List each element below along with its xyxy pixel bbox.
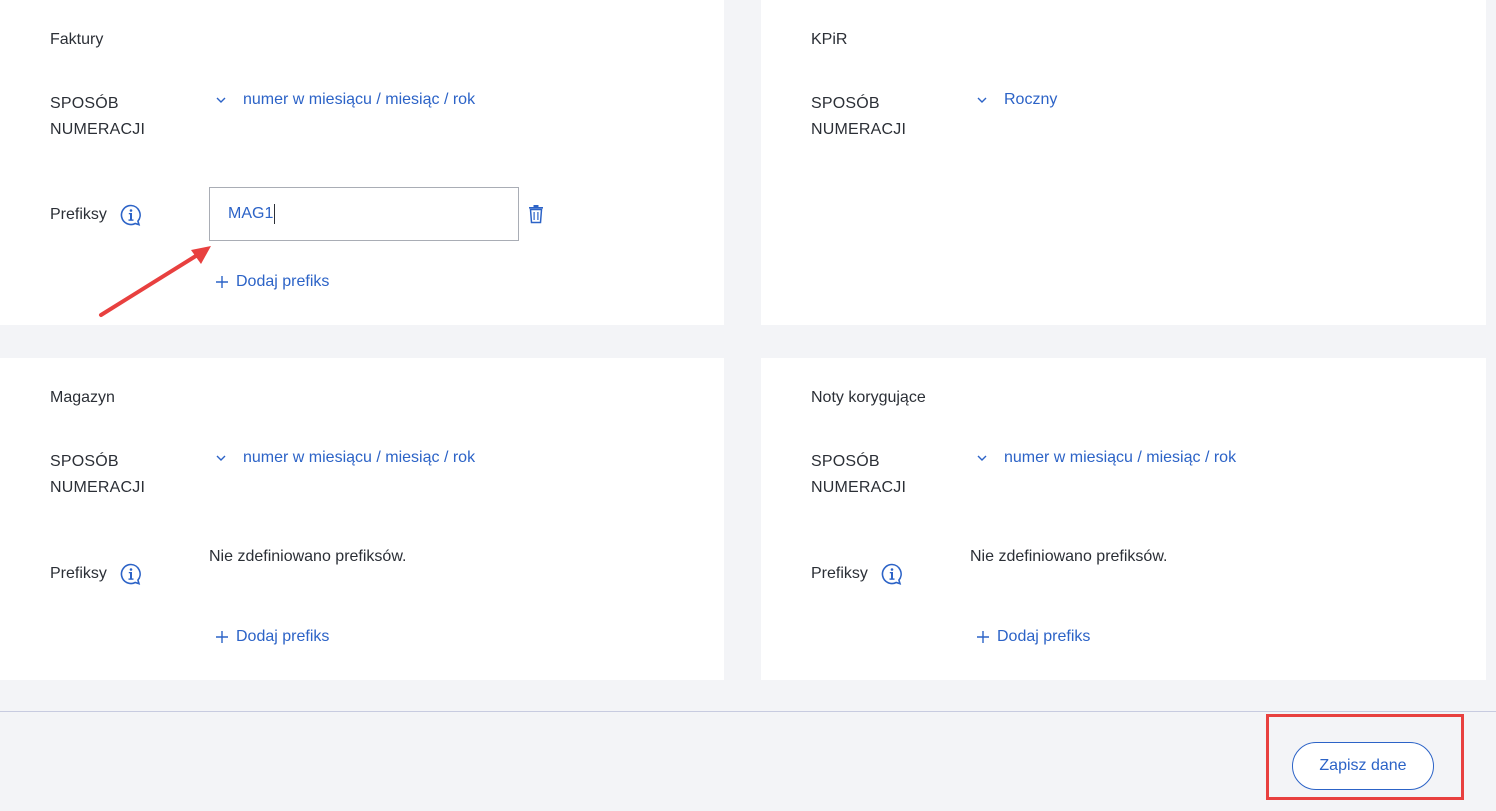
- prefixes-label-row: Prefiksy: [50, 562, 143, 586]
- card-noty-korygujace: Noty korygujące SPOSÓB NUMERACJI numer w…: [761, 358, 1486, 680]
- chevron-down-icon: [216, 455, 226, 461]
- card-faktury: Faktury SPOSÓB NUMERACJI numer w miesiąc…: [0, 0, 724, 325]
- prefixes-label-row: Prefiksy: [50, 203, 143, 227]
- info-icon[interactable]: [119, 203, 143, 227]
- text-caret: [274, 204, 276, 224]
- prefixes-label-row: Prefiksy: [811, 562, 904, 586]
- prefix-input[interactable]: MAG1: [209, 187, 519, 241]
- numbering-method-select[interactable]: numer w miesiącu / miesiąc / rok: [214, 91, 475, 109]
- numbering-method-label: SPOSÓB NUMERACJI: [811, 91, 906, 143]
- add-prefix-button[interactable]: Dodaj prefiks: [977, 628, 1090, 646]
- numbering-method-value: numer w miesiącu / miesiąc / rok: [1004, 449, 1237, 466]
- add-prefix-label: Dodaj prefiks: [236, 273, 330, 290]
- numbering-method-select[interactable]: Roczny: [975, 91, 1057, 109]
- numbering-method-label: SPOSÓB NUMERACJI: [50, 449, 145, 501]
- add-prefix-button[interactable]: Dodaj prefiks: [216, 273, 329, 291]
- add-prefix-label: Dodaj prefiks: [236, 628, 330, 645]
- numbering-label-line-1: SPOSÓB: [811, 453, 880, 470]
- card-title: Noty korygujące: [811, 389, 926, 406]
- plus-icon: [216, 276, 228, 288]
- add-prefix-label: Dodaj prefiks: [997, 628, 1091, 645]
- annotation-highlight-box: [1266, 714, 1464, 800]
- chevron-down-icon: [977, 455, 987, 461]
- numbering-label-line-2: NUMERACJI: [811, 121, 907, 138]
- prefixes-label: Prefiksy: [50, 565, 107, 582]
- card-title: Magazyn: [50, 389, 115, 406]
- plus-icon: [977, 631, 989, 643]
- annotation-arrow: [99, 246, 211, 317]
- card-title: KPiR: [811, 31, 848, 48]
- card-magazyn: Magazyn SPOSÓB NUMERACJI numer w miesiąc…: [0, 358, 724, 680]
- empty-prefixes-text: Nie zdefiniowano prefiksów.: [209, 548, 407, 565]
- empty-prefixes-text: Nie zdefiniowano prefiksów.: [970, 548, 1168, 565]
- card-title: Faktury: [50, 31, 104, 48]
- info-icon[interactable]: [880, 562, 904, 586]
- numbering-method-label: SPOSÓB NUMERACJI: [811, 449, 906, 501]
- plus-icon: [216, 631, 228, 643]
- numbering-method-label: SPOSÓB NUMERACJI: [50, 91, 145, 143]
- prefixes-label: Prefiksy: [811, 565, 868, 582]
- numbering-method-value: numer w miesiącu / miesiąc / rok: [243, 91, 476, 108]
- numbering-method-select[interactable]: numer w miesiącu / miesiąc / rok: [214, 449, 475, 467]
- footer-divider: [0, 711, 1496, 712]
- chevron-down-icon: [977, 97, 987, 103]
- numbering-method-value: numer w miesiącu / miesiąc / rok: [243, 449, 476, 466]
- trash-icon[interactable]: [527, 204, 545, 224]
- numbering-method-value: Roczny: [1004, 91, 1058, 108]
- card-kpir: KPiR SPOSÓB NUMERACJI Roczny: [761, 0, 1486, 325]
- numbering-method-select[interactable]: numer w miesiącu / miesiąc / rok: [975, 449, 1236, 467]
- add-prefix-button[interactable]: Dodaj prefiks: [216, 628, 329, 646]
- prefixes-label: Prefiksy: [50, 206, 107, 223]
- prefix-input-value: MAG1: [228, 205, 274, 222]
- numbering-label-line-1: SPOSÓB: [50, 453, 119, 470]
- numbering-label-line-2: NUMERACJI: [811, 479, 907, 496]
- numbering-label-line-1: SPOSÓB: [811, 95, 880, 112]
- numbering-label-line-2: NUMERACJI: [50, 479, 146, 496]
- numbering-label-line-1: SPOSÓB: [50, 95, 119, 112]
- info-icon[interactable]: [119, 562, 143, 586]
- chevron-down-icon: [216, 97, 226, 103]
- numbering-label-line-2: NUMERACJI: [50, 121, 146, 138]
